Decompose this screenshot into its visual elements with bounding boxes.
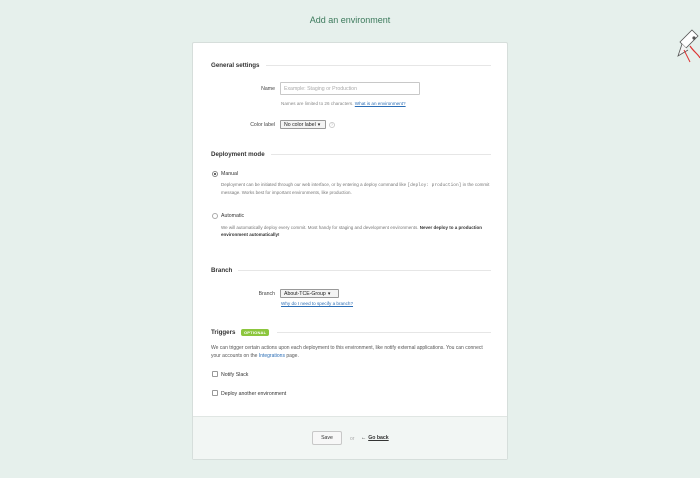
- color-label-select[interactable]: No color label ▾: [280, 120, 326, 129]
- section-title-general: General settings: [211, 62, 491, 69]
- decorative-illustration: [677, 29, 700, 63]
- deploy-command-code: [deploy: production]: [407, 183, 462, 188]
- deploy-another-checkbox[interactable]: [212, 390, 218, 396]
- why-branch-link[interactable]: Why do I need to specify a branch?: [281, 301, 353, 306]
- environment-form-card: General settings Name Example: Staging o…: [192, 42, 508, 460]
- go-back-label: Go back: [368, 435, 389, 441]
- section-title-branch-text: Branch: [211, 267, 233, 274]
- section-divider: [265, 65, 491, 66]
- automatic-label: Automatic: [221, 213, 245, 219]
- section-title-deployment: Deployment mode: [211, 151, 491, 158]
- branch-select[interactable]: About-TCE-Group ▾: [280, 289, 339, 298]
- name-label: Name: [261, 86, 275, 92]
- section-divider: [270, 154, 491, 155]
- automatic-radio[interactable]: [212, 213, 218, 219]
- section-divider: [238, 270, 491, 271]
- go-back-link[interactable]: ← Go back: [361, 435, 389, 441]
- branch-select-value: About-TCE-Group: [284, 290, 326, 297]
- manual-radio[interactable]: [212, 171, 218, 177]
- triggers-description: We can trigger certain actions upon each…: [211, 344, 493, 360]
- chevron-down-icon: ▾: [317, 121, 321, 128]
- branch-help: Why do I need to specify a branch?: [281, 301, 353, 306]
- color-label: Color label: [250, 122, 275, 128]
- section-title-deployment-text: Deployment mode: [211, 151, 265, 158]
- save-button[interactable]: Save: [312, 431, 342, 445]
- manual-description: Deployment can be initiated through our …: [221, 181, 493, 196]
- or-separator: or: [350, 436, 355, 442]
- section-divider: [277, 332, 491, 333]
- section-title-general-text: General settings: [211, 62, 260, 69]
- branch-label: Branch: [258, 291, 275, 297]
- help-icon[interactable]: ?: [329, 122, 335, 128]
- notify-slack-checkbox[interactable]: [212, 371, 218, 377]
- manual-label: Manual: [221, 171, 239, 177]
- triggers-desc-text-2: page.: [286, 353, 299, 359]
- page-title: Add an environment: [309, 15, 391, 25]
- optional-badge: OPTIONAL: [241, 329, 270, 336]
- section-title-branch: Branch: [211, 267, 491, 274]
- what-is-environment-link[interactable]: What is an environment?: [355, 101, 406, 106]
- arrow-left-icon: ←: [361, 435, 367, 441]
- deploy-another-label: Deploy another environment: [221, 391, 287, 397]
- name-hint-text: Names are limited to 26 characters.: [281, 101, 354, 106]
- triggers-desc-text: We can trigger certain actions upon each…: [211, 345, 483, 359]
- integrations-link[interactable]: Integrations: [259, 353, 285, 359]
- chevron-down-icon: ▾: [327, 290, 331, 297]
- notify-slack-label: Notify Slack: [221, 372, 249, 378]
- name-hint: Names are limited to 26 characters. What…: [281, 101, 406, 106]
- manual-desc-text: Deployment can be initiated through our …: [221, 182, 407, 187]
- form-footer: Save or ← Go back: [193, 416, 507, 459]
- color-select-value: No color label: [284, 121, 316, 128]
- automatic-description: We will automatically deploy every commi…: [221, 224, 493, 238]
- section-title-triggers-text: Triggers: [211, 329, 236, 336]
- automatic-desc-text: We will automatically deploy every commi…: [221, 225, 419, 230]
- name-input[interactable]: Example: Staging or Production: [280, 82, 420, 95]
